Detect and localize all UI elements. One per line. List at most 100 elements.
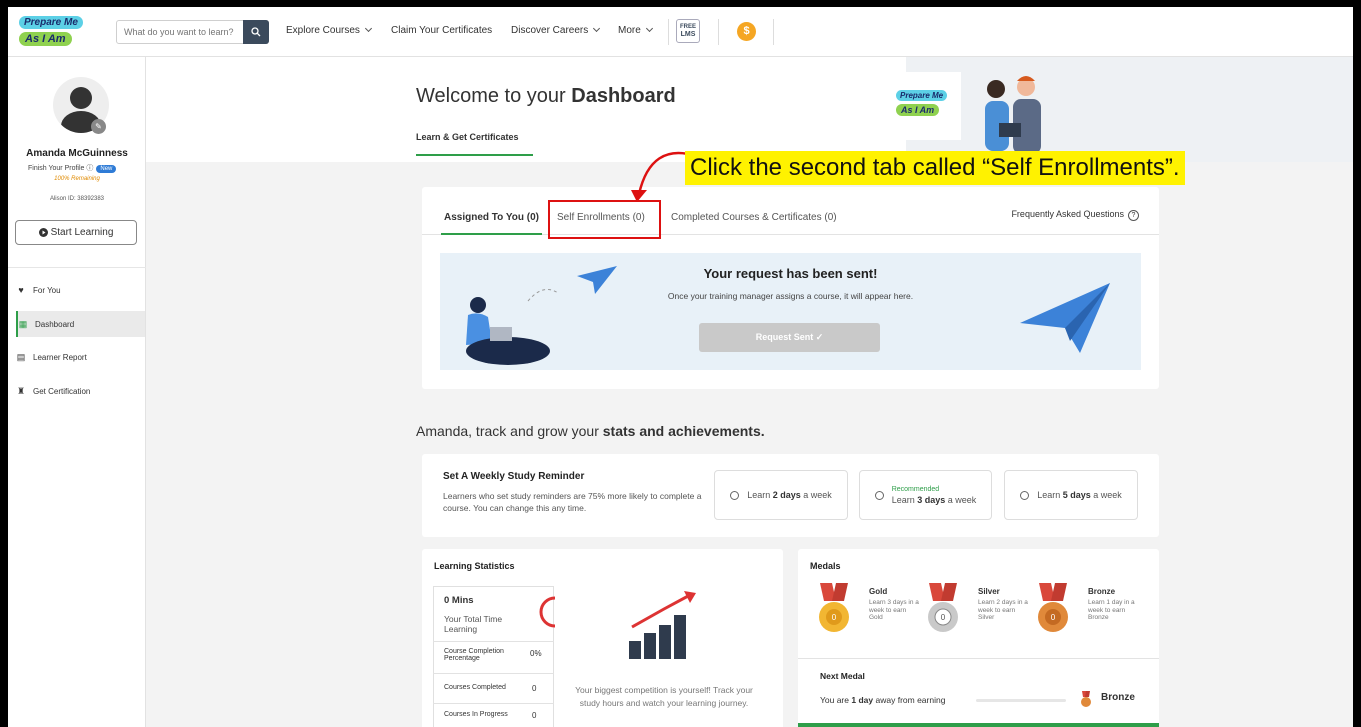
lms-bottom: LMS [680, 31, 696, 38]
request-banner: Your request has been sent! Once your tr… [440, 253, 1141, 370]
enrollment-card: Assigned To You (0) Self Enrollments (0)… [422, 187, 1159, 389]
finish-profile-label: Finish Your Profile [28, 165, 85, 172]
tab-completed-courses[interactable]: Completed Courses & Certificates (0) [671, 212, 837, 223]
svg-text:0: 0 [1051, 613, 1056, 622]
svg-text:0: 0 [941, 613, 946, 622]
silver-medal-icon: 0 [928, 583, 958, 632]
page-title: Welcome to your Dashboard [416, 85, 676, 108]
sidebar-item-dashboard[interactable]: ▦ Dashboard [16, 311, 145, 337]
sidebar-item-learner-report[interactable]: ▤ Learner Report [16, 344, 146, 370]
option-text: Recommended Learn 3 days a week [892, 486, 977, 505]
learning-statistics-card: Learning Statistics 0 Mins Your Total Ti… [422, 549, 783, 727]
courses-in-progress-value: 0 [532, 711, 537, 720]
radio-button[interactable] [874, 490, 884, 500]
user-name: Amanda McGuinness [26, 148, 128, 159]
search-input[interactable] [117, 21, 235, 43]
medals-action-bar[interactable] [798, 723, 1159, 727]
next-medal-text: You are 1 day away from earning [820, 695, 945, 705]
nav-label: Claim Your Certificates [391, 25, 493, 36]
medals-card: Medals 0 Gold Learn 3 days in a week to … [798, 549, 1159, 727]
nav-discover-careers[interactable]: Discover Careers [511, 24, 601, 36]
enrollment-tabs: Assigned To You (0) Self Enrollments (0)… [422, 187, 1159, 235]
medal-silver: 0 Silver Learn 2 days in a week to earn … [923, 583, 1033, 633]
option-bold: 3 days [917, 494, 946, 505]
chevron-down-icon [364, 24, 372, 33]
chevron-down-icon [645, 24, 653, 33]
logo-line-1: Prepare Me [19, 16, 83, 29]
search-button[interactable] [243, 20, 269, 44]
medals-title: Medals [810, 561, 841, 571]
sidebar-item-get-certification[interactable]: ♜ Get Certification [16, 378, 146, 404]
coin-icon[interactable]: $ [737, 22, 756, 41]
reminder-description: Learners who set study reminders are 75%… [443, 491, 702, 513]
competition-text: Your biggest competition is yourself! Tr… [575, 685, 753, 708]
gold-medal-icon: 0 [819, 583, 849, 632]
nav-divider [773, 19, 774, 45]
courses-in-progress-label: Courses In Progress [444, 711, 508, 718]
alarm-clock-icon [539, 596, 555, 628]
sidebar-item-for-you[interactable]: ♥ For You [16, 277, 146, 303]
logo-line-2: As I Am [19, 32, 72, 46]
sidebar: ✎ Amanda McGuinness Finish Your Profile … [8, 57, 146, 727]
nav-label: More [618, 25, 641, 36]
banner-subtitle: Once your training manager assigns a cou… [667, 291, 914, 301]
tab-underline [416, 154, 533, 156]
start-learning-button[interactable]: Start Learning [15, 220, 137, 245]
nav-explore-courses[interactable]: Explore Courses [286, 24, 372, 36]
radio-button[interactable] [730, 490, 740, 500]
medal-name: Gold [869, 587, 888, 596]
sidebar-item-label: Learner Report [33, 352, 87, 362]
stats-heading-bold: stats and achievements. [602, 423, 765, 439]
option-prefix: Learn [1037, 490, 1061, 500]
option-text: Learn 5 days a week [1037, 490, 1122, 500]
welcome-prefix: Welcome to your [416, 85, 566, 107]
next-medal-progress [976, 699, 1066, 702]
option-text: Learn 2 days a week [747, 490, 832, 500]
request-sent-button[interactable]: Request Sent ✓ [699, 323, 880, 352]
bronze-medal-icon: 0 [1038, 583, 1068, 632]
next-prefix: You are [820, 695, 849, 705]
option-bold: 5 days [1062, 490, 1091, 500]
option-suffix: a week [803, 490, 832, 500]
faq-link[interactable]: Frequently Asked Questions? [1011, 209, 1139, 221]
sidebar-item-label: Get Certification [33, 386, 91, 396]
faq-label: Frequently Asked Questions [1011, 209, 1124, 219]
nav-more[interactable]: More [618, 24, 653, 36]
app-window: Prepare Me As I Am Explore Courses Claim… [8, 7, 1353, 727]
courses-completed-label: Courses Completed [444, 684, 506, 691]
stats-divider [433, 703, 554, 704]
option-suffix: a week [1093, 490, 1122, 500]
growth-chart-icon [629, 591, 696, 659]
stats-divider [433, 673, 554, 674]
finish-profile-link[interactable]: Finish Your Profile ⓘ New [28, 163, 117, 173]
medal-gold: 0 Gold Learn 3 days in a week to earn Go… [814, 583, 924, 633]
profile-remaining: 100% Remaining [54, 176, 100, 182]
hero-logo-line-1: Prepare Me [896, 90, 948, 101]
radio-button[interactable] [1020, 490, 1030, 500]
certificate-icon: ♜ [16, 385, 26, 396]
people-illustration-icon [985, 76, 1041, 154]
recommended-label: Recommended [891, 485, 940, 493]
edit-pencil-icon[interactable]: ✎ [91, 119, 106, 134]
option-bold: 2 days [772, 490, 801, 500]
new-badge: New [96, 165, 117, 173]
nav-claim-certificates[interactable]: Claim Your Certificates [391, 25, 492, 36]
welcome-bold: Dashboard [571, 85, 676, 107]
site-logo[interactable]: Prepare Me As I Am [19, 13, 99, 51]
option-prefix: Learn [891, 494, 915, 505]
reminder-option-5-days[interactable]: Learn 5 days a week [1004, 470, 1138, 520]
courses-completed-value: 0 [532, 684, 537, 693]
stats-divider [433, 641, 554, 642]
reminder-option-2-days[interactable]: Learn 2 days a week [714, 470, 848, 520]
main-content: Welcome to your Dashboard Learn & Get Ce… [146, 57, 1353, 727]
tab-assigned-to-you[interactable]: Assigned To You (0) [444, 212, 539, 223]
nav-label: Explore Courses [286, 25, 360, 36]
reminder-option-3-days[interactable]: Recommended Learn 3 days a week [859, 470, 992, 520]
medal-description: Learn 1 day in a week to earn Bronze [1088, 599, 1135, 621]
start-learning-label: Start Learning [50, 227, 114, 238]
next-medal-title: Next Medal [820, 671, 865, 681]
free-lms-icon[interactable]: FREE LMS [676, 19, 700, 43]
tab-learn-get-certificates[interactable]: Learn & Get Certificates [416, 132, 519, 142]
completion-value: 0% [530, 649, 542, 658]
search-box [116, 20, 269, 44]
